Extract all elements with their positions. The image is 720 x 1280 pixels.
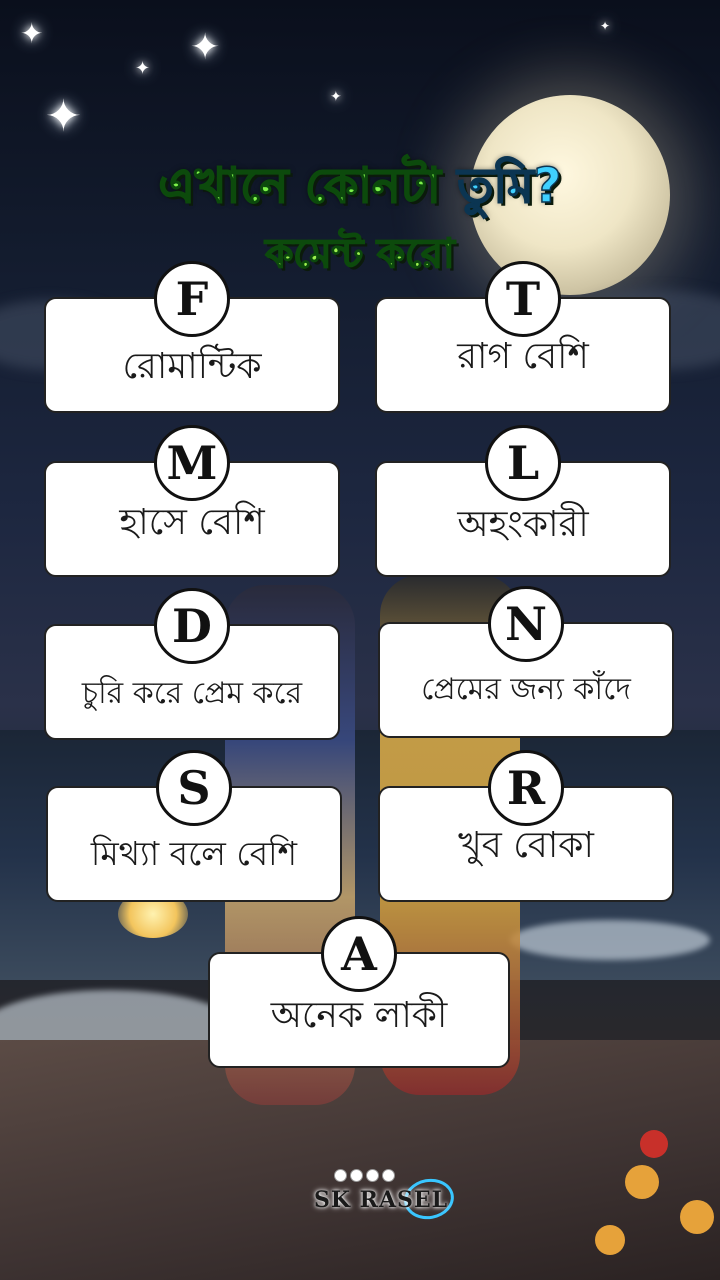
star-icon: ✦ xyxy=(330,89,342,105)
star-icon: ✦ xyxy=(20,17,44,50)
whatsapp-icon xyxy=(382,1169,395,1182)
star-icon: ✦ xyxy=(190,27,221,68)
option-card-s[interactable]: S মিথ্যা বলে বেশি xyxy=(46,750,342,902)
headline: এখানে কোনটা তুমি? xyxy=(0,150,720,229)
option-label: রোমান্টিক xyxy=(122,346,262,387)
option-letter-badge: M xyxy=(154,425,230,501)
star-icon: ✦ xyxy=(45,91,82,142)
option-letter-badge: S xyxy=(156,750,232,826)
flower xyxy=(680,1200,714,1234)
flower xyxy=(595,1225,625,1255)
option-label: প্রেমের জন্য কাঁদে xyxy=(421,672,631,707)
option-letter-badge: N xyxy=(488,586,564,662)
subheadline: কমেন্ট করো xyxy=(265,230,456,278)
option-letter-badge: A xyxy=(321,916,397,992)
flower xyxy=(640,1130,668,1158)
star-icon: ✦ xyxy=(600,19,611,33)
headline-part2: তুমি? xyxy=(457,157,563,215)
wave xyxy=(510,920,710,960)
option-label: হাসে বেশি xyxy=(119,502,265,543)
option-letter-badge: D xyxy=(154,588,230,664)
option-letter-badge: T xyxy=(485,261,561,337)
option-card-n[interactable]: N প্রেমের জন্য কাঁদে xyxy=(378,586,674,738)
flower xyxy=(625,1165,659,1199)
option-card-a[interactable]: A অনেক লাকী xyxy=(208,916,510,1068)
option-card-f[interactable]: F রোমান্টিক xyxy=(44,261,340,413)
option-label: রাগ বেশি xyxy=(457,336,589,377)
youtube-icon xyxy=(350,1169,363,1182)
facebook-icon xyxy=(334,1169,347,1182)
option-label: অনেক লাকী xyxy=(270,995,448,1036)
option-label: চুরি করে প্রেম করে xyxy=(81,676,303,711)
watermark-logo: SK RASEL xyxy=(300,1165,460,1227)
option-label: খুব বোকা xyxy=(458,825,594,866)
option-label: মিথ্যা বলে বেশি xyxy=(90,834,298,873)
star-icon: ✦ xyxy=(135,58,151,79)
option-card-m[interactable]: M হাসে বেশি xyxy=(44,425,340,577)
social-icons xyxy=(334,1167,398,1186)
option-letter-badge: R xyxy=(488,750,564,826)
option-card-d[interactable]: D চুরি করে প্রেম করে xyxy=(44,588,340,740)
option-letter-badge: L xyxy=(485,425,561,501)
option-letter-badge: F xyxy=(154,261,230,337)
option-card-l[interactable]: L অহংকারী xyxy=(375,425,671,577)
headline-part1: এখানে কোনটা xyxy=(158,157,458,215)
option-card-r[interactable]: R খুব বোকা xyxy=(378,750,674,902)
option-card-t[interactable]: T রাগ বেশি xyxy=(375,261,671,413)
option-label: অহংকারী xyxy=(457,504,589,545)
instagram-icon xyxy=(366,1169,379,1182)
watermark-text: SK RASEL xyxy=(314,1187,449,1213)
